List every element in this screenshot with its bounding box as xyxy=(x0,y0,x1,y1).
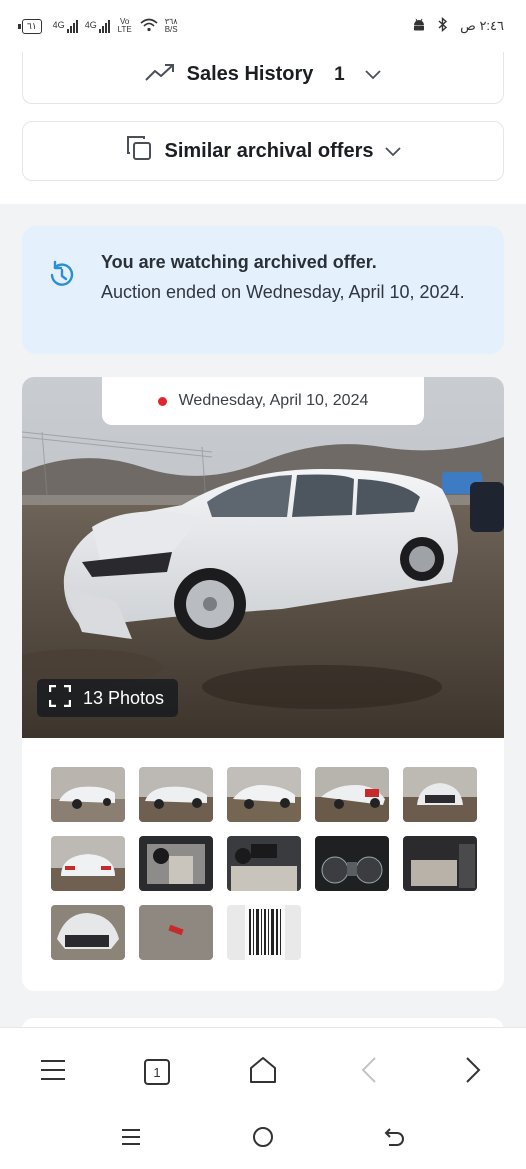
wifi-icon xyxy=(140,18,158,35)
thumbnail[interactable] xyxy=(315,836,389,891)
forward-button[interactable] xyxy=(453,1052,493,1092)
photos-button[interactable]: 13 Photos xyxy=(37,679,179,717)
history-panel: Sales History 1 Similar archival offers xyxy=(0,52,526,204)
auction-date-pill: Wednesday, April 10, 2024 xyxy=(102,377,424,425)
android-icon xyxy=(412,18,426,35)
history-icon xyxy=(46,259,78,296)
tab-count-badge: 1 xyxy=(144,1059,170,1085)
page-content: Sales History 1 Similar archival offers … xyxy=(0,52,526,1027)
battery-icon: ٦١ xyxy=(18,18,42,34)
sales-history-label: Sales History xyxy=(186,63,314,85)
battery-level: ٦١ xyxy=(27,20,37,31)
thumbnail[interactable] xyxy=(139,905,213,960)
next-card xyxy=(22,1018,504,1027)
thumbnail[interactable] xyxy=(403,767,477,822)
thumbnail[interactable] xyxy=(139,767,213,822)
clock: ٢:٤٦ ص xyxy=(460,18,504,33)
hamburger-icon xyxy=(39,1058,67,1087)
back-arrow-icon xyxy=(384,1127,406,1152)
thumbnail[interactable] xyxy=(51,836,125,891)
home-button[interactable] xyxy=(243,1052,283,1092)
chevron-down-icon xyxy=(365,63,381,86)
notice-title: You are watching archived offer. xyxy=(101,252,377,272)
status-bar: ٦١ 4G 4G Vo LTE ٣٦٨ B/S ٢:٤٦ ص xyxy=(0,0,526,52)
thumbnail[interactable] xyxy=(51,767,125,822)
data-speed: ٣٦٨ B/S xyxy=(165,18,178,34)
chevron-left-icon xyxy=(361,1056,377,1089)
system-navigation xyxy=(0,1114,526,1169)
chevron-right-icon xyxy=(465,1056,481,1089)
main-photo[interactable]: Wednesday, April 10, 2024 13 Photos xyxy=(22,377,504,738)
red-dot-icon xyxy=(157,396,167,406)
browser-toolbar: 1 xyxy=(0,1027,526,1114)
copy-icon xyxy=(125,134,153,168)
status-right: ٢:٤٦ ص xyxy=(412,16,504,35)
tabs-button[interactable]: 1 xyxy=(137,1052,177,1092)
signal-icon: 4G xyxy=(52,19,78,33)
thumbnail[interactable] xyxy=(227,767,301,822)
home-icon xyxy=(248,1055,278,1090)
trending-up-icon xyxy=(144,62,175,88)
data-speed-unit: B/S xyxy=(164,25,178,34)
sales-history-accordion[interactable]: Sales History 1 xyxy=(22,52,504,104)
network-label-2: 4G xyxy=(84,19,97,30)
signal-icon-2: 4G xyxy=(84,19,110,33)
fullscreen-icon xyxy=(48,684,72,712)
system-home-button[interactable] xyxy=(245,1124,281,1154)
network-label-1: 4G xyxy=(52,19,65,30)
circle-home-icon xyxy=(252,1126,274,1153)
back-button[interactable] xyxy=(349,1052,389,1092)
recent-apps-button[interactable] xyxy=(113,1124,149,1154)
bluetooth-icon xyxy=(438,16,448,35)
system-back-button[interactable] xyxy=(377,1124,413,1154)
recent-apps-icon xyxy=(121,1127,141,1152)
photos-count-label: 13 Photos xyxy=(83,687,165,708)
similar-offers-accordion[interactable]: Similar archival offers xyxy=(22,121,504,181)
notice-text: Auction ended on Wednesday, April 10, 20… xyxy=(101,282,465,302)
status-left: ٦١ 4G 4G Vo LTE ٣٦٨ B/S xyxy=(18,17,178,35)
volte-icon: Vo LTE xyxy=(117,17,132,34)
menu-button[interactable] xyxy=(33,1052,73,1092)
chevron-down-icon xyxy=(385,140,402,163)
thumbnail[interactable] xyxy=(139,836,213,891)
thumbnail[interactable] xyxy=(315,767,389,822)
gallery-card: Wednesday, April 10, 2024 13 Photos xyxy=(22,377,504,991)
sales-history-count: 1 xyxy=(334,63,345,85)
thumbnail[interactable] xyxy=(51,905,125,960)
thumbnail[interactable] xyxy=(227,905,301,960)
similar-offers-label: Similar archival offers xyxy=(164,139,374,162)
auction-date: Wednesday, April 10, 2024 xyxy=(178,392,369,409)
thumbnail[interactable] xyxy=(227,836,301,891)
archived-notice: You are watching archived offer. Auction… xyxy=(22,226,504,354)
thumbnail[interactable] xyxy=(403,836,477,891)
